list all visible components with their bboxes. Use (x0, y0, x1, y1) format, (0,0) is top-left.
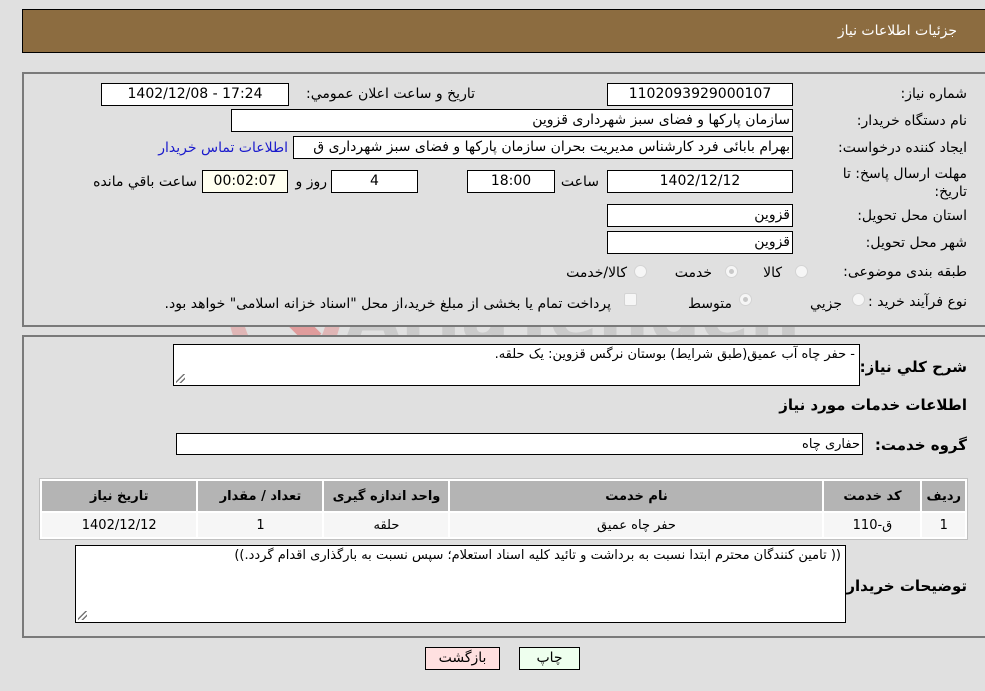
buyer-notes-text: (( تامین کنندگان محترم ابتدا نسبت به برد… (234, 548, 841, 563)
cell-service-code: ق-110 (824, 513, 921, 537)
category-label: طبقه بندی موضوعی: (843, 264, 967, 280)
services-table: ردیف کد خدمت نام خدمت واحد اندازه گیری ت… (39, 478, 968, 540)
buyer-notes-label: توضیحات خریدار: (840, 577, 967, 595)
deadline-date-field: 1402/12/12 (607, 170, 793, 193)
col-header-row-number: ردیف (922, 481, 965, 511)
resize-grip-icon[interactable] (78, 611, 87, 620)
buyer-org-label: نام دستگاه خریدار: (856, 113, 967, 129)
cell-quantity: 1 (198, 513, 323, 537)
description-text: - حفر چاه آب عمیق(طبق شرایط) بوستان نرگس… (494, 347, 855, 362)
table-row: 1 ق-110 حفر چاه عمیق حلقه 1 1402/12/12 (42, 513, 965, 537)
description-textarea[interactable]: - حفر چاه آب عمیق(طبق شرایط) بوستان نرگس… (173, 344, 860, 386)
page-header: جزئیات اطلاعات نیاز (22, 9, 985, 53)
print-button[interactable]: چاپ (519, 647, 580, 670)
requester-field: بهرام بابائی فرد کارشناس مدیریت بحران سا… (293, 136, 793, 159)
purchase-type-option-minor: جزيي (810, 296, 842, 312)
category-option-service: خدمت (674, 265, 712, 281)
category-radio-service[interactable] (725, 265, 738, 278)
treasury-checkbox[interactable] (624, 293, 637, 306)
buyer-contact-link[interactable]: اطلاعات تماس خریدار (158, 140, 288, 156)
col-header-unit: واحد اندازه گیری (324, 481, 449, 511)
service-group-field: حفاری چاه (176, 433, 863, 455)
deadline-time-field: 18:00 (467, 170, 555, 193)
announce-datetime-field: 1402/12/08 - 17:24 (101, 83, 289, 106)
province-field: قزوین (607, 204, 793, 227)
days-remaining-field: 4 (331, 170, 418, 193)
need-number-label: شماره نیاز: (900, 86, 968, 102)
city-field: قزوین (607, 231, 793, 254)
purchase-type-label: نوع فرآیند خرید : (868, 294, 967, 310)
cell-service-name: حفر چاه عمیق (450, 513, 823, 537)
category-option-goods: کالا (763, 265, 782, 281)
announce-datetime-label: تاریخ و ساعت اعلان عمومي: (306, 86, 475, 102)
time-remaining-field: 00:02:07 (202, 170, 288, 193)
deadline-label: مهلت ارسال پاسخ: تا تاریخ: (842, 166, 967, 200)
page-title: جزئیات اطلاعات نیاز (837, 23, 957, 39)
buyer-notes-textarea[interactable]: (( تامین کنندگان محترم ابتدا نسبت به برد… (75, 545, 846, 623)
table-header-row: ردیف کد خدمت نام خدمت واحد اندازه گیری ت… (42, 481, 965, 511)
purchase-type-radio-medium[interactable] (739, 293, 752, 306)
category-radio-goods[interactable] (795, 265, 808, 278)
services-section-title: اطلاعات خدمات مورد نیاز (779, 396, 967, 414)
cell-row-number: 1 (922, 513, 965, 537)
buyer-org-field: سازمان پارکها و فضای سبز شهرداری قزوین (231, 109, 793, 132)
back-button[interactable]: بازگشت (425, 647, 500, 670)
purchase-type-option-medium: متوسط (688, 296, 732, 312)
time-remaining-label: ساعت باقي مانده (93, 174, 197, 190)
purchase-type-radio-minor[interactable] (852, 293, 865, 306)
col-header-service-name: نام خدمت (450, 481, 823, 511)
province-label: استان محل تحویل: (857, 208, 967, 224)
days-label: روز و (295, 174, 328, 190)
category-radio-goods-service[interactable] (634, 265, 647, 278)
requester-label: ایجاد کننده درخواست: (838, 140, 967, 156)
cell-need-date: 1402/12/12 (42, 513, 197, 537)
deadline-time-label: ساعت (560, 174, 599, 190)
description-label: شرح کلي نیاز: (859, 358, 967, 376)
city-label: شهر محل تحویل: (865, 235, 967, 251)
col-header-need-date: تاریخ نیاز (42, 481, 197, 511)
need-number-field: 1102093929000107 (607, 83, 793, 106)
treasury-checkbox-label: پرداخت تمام یا بخشی از مبلغ خرید،از محل … (164, 296, 611, 312)
category-option-goods-service: کالا/خدمت (566, 265, 627, 281)
service-group-label: گروه خدمت: (874, 436, 967, 454)
resize-grip-icon[interactable] (176, 374, 185, 383)
cell-unit: حلقه (324, 513, 449, 537)
col-header-service-code: کد خدمت (824, 481, 921, 511)
col-header-quantity: تعداد / مقدار (198, 481, 323, 511)
